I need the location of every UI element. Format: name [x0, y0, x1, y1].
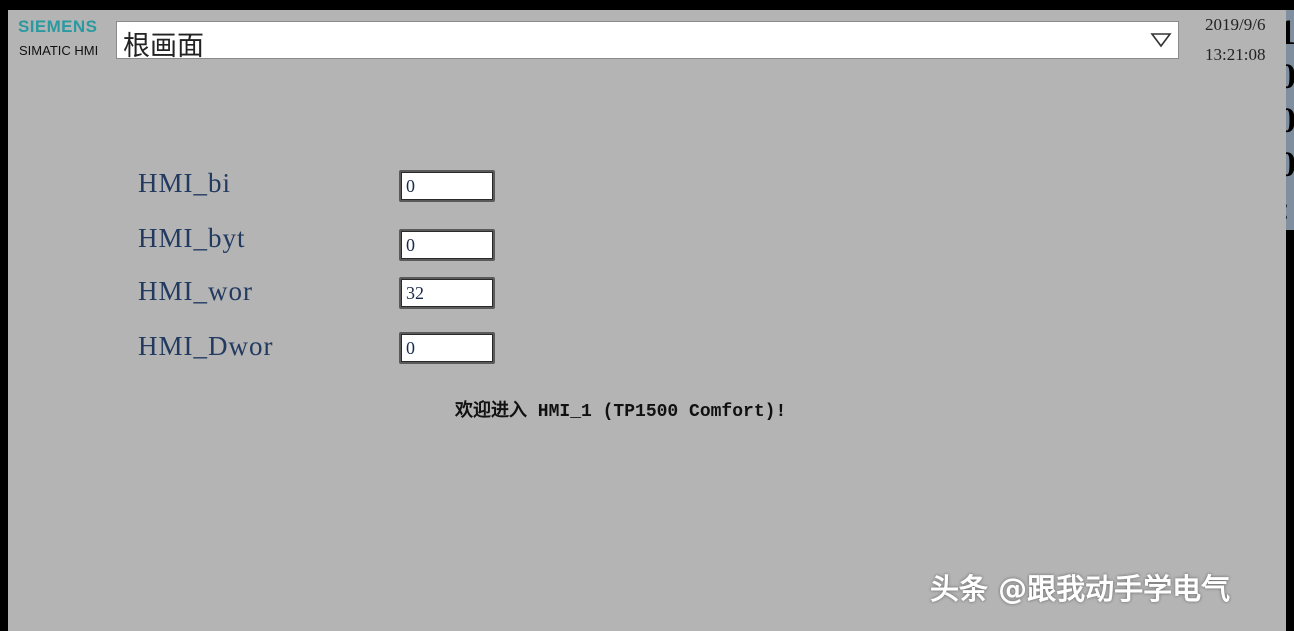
- io-field-hmi-bi[interactable]: 0: [399, 170, 495, 202]
- chevron-down-icon[interactable]: [1150, 31, 1172, 49]
- io-field-hmi-byt[interactable]: 0: [399, 229, 495, 261]
- io-field-hmi-dwor[interactable]: 0: [399, 332, 495, 364]
- io-field-value[interactable]: 0: [401, 231, 493, 259]
- label-hmi-dwor: HMI_Dwor: [138, 331, 274, 361]
- header-bar: SIEMENS SIMATIC HMI 根画面 2019/9/6 13:21:0…: [8, 10, 1286, 72]
- screen-name: 根画面: [123, 31, 204, 62]
- watermark: 头条 @跟我动手学电气: [930, 572, 1231, 606]
- product-name: SIMATIC HMI: [19, 43, 99, 58]
- clock-date: 2019/9/6: [1205, 15, 1266, 34]
- io-field-value[interactable]: 0: [401, 172, 493, 200]
- screen-selector[interactable]: 根画面: [116, 21, 1179, 62]
- io-field-value[interactable]: 32: [401, 279, 493, 307]
- label-hmi-wor: HMI_wor: [138, 276, 253, 306]
- hmi-screen: SIEMENS SIMATIC HMI 根画面 2019/9/6 13:21:0…: [8, 10, 1286, 631]
- clock-time: 13:21:08: [1205, 45, 1266, 64]
- io-field-hmi-wor[interactable]: 32: [399, 277, 495, 309]
- siemens-logo: SIEMENS: [18, 17, 98, 36]
- welcome-message: 欢迎进入 HMI_1 (TP1500 Comfort)!: [455, 402, 787, 422]
- io-field-value[interactable]: 0: [401, 334, 493, 362]
- label-hmi-bi: HMI_bi: [138, 168, 231, 198]
- side-scroll-strip: 1000:: [1286, 10, 1294, 230]
- label-hmi-byt: HMI_byt: [138, 223, 246, 253]
